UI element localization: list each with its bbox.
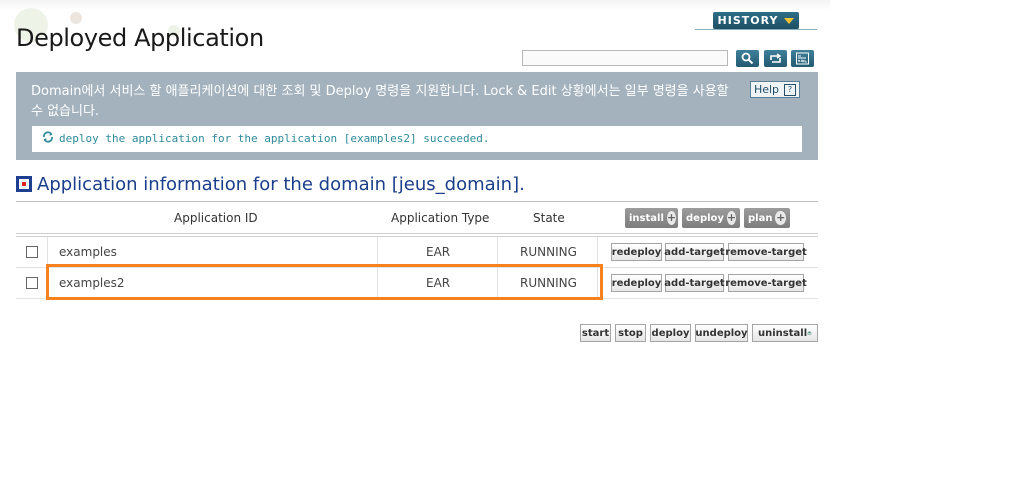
table-top-border	[16, 201, 818, 202]
sync-icon	[43, 131, 53, 143]
refresh-button[interactable]	[764, 50, 787, 67]
history-underline	[695, 29, 817, 30]
decor-dot	[70, 12, 82, 24]
row-checkbox[interactable]	[26, 277, 38, 289]
remove-target-button[interactable]: remove-target	[725, 243, 807, 261]
redeploy-button[interactable]: redeploy	[611, 274, 662, 292]
deploy-button[interactable]: deploy	[650, 324, 691, 342]
deploy-header-button[interactable]: deploy +	[682, 208, 740, 228]
status-message: deploy the application for the applicati…	[59, 132, 490, 145]
search-input[interactable]	[522, 50, 728, 66]
remove-target-button[interactable]: remove-target	[725, 274, 807, 292]
help-label: Help	[753, 83, 780, 96]
column-separator	[497, 237, 498, 267]
cell-app-id: examples	[59, 245, 117, 259]
install-label: install	[629, 212, 664, 224]
page-title: Deployed Application	[16, 24, 264, 52]
xml-button[interactable]	[791, 50, 814, 67]
plus-icon: +	[726, 211, 737, 225]
help-button[interactable]: Help ?	[750, 81, 800, 98]
add-target-button[interactable]: add-target	[664, 243, 725, 261]
undeploy-button[interactable]: undeploy	[695, 324, 748, 342]
section-title: Application information for the domain […	[37, 174, 525, 195]
xml-icon	[796, 52, 809, 65]
top-bar	[0, 0, 830, 10]
highlight-box	[46, 264, 603, 300]
plus-icon: +	[775, 211, 786, 225]
column-separator	[377, 237, 378, 267]
header-divider	[16, 233, 818, 234]
stack-icon	[807, 331, 812, 336]
stop-button[interactable]: stop	[615, 324, 646, 342]
column-separator	[47, 237, 48, 267]
start-button[interactable]: start	[580, 324, 611, 342]
uninstall-label: uninstall	[758, 327, 808, 339]
cell-state: RUNNING	[520, 245, 577, 259]
column-header-type: Application Type	[391, 211, 490, 225]
deploy-label: deploy	[686, 212, 724, 224]
refresh-icon	[770, 53, 782, 63]
column-header-id: Application ID	[174, 211, 258, 225]
row-checkbox[interactable]	[26, 246, 38, 258]
plan-button[interactable]: plan +	[744, 208, 790, 228]
history-label: HISTORY	[717, 14, 779, 27]
uninstall-button[interactable]: uninstall	[752, 324, 818, 342]
redeploy-button[interactable]: redeploy	[611, 243, 662, 261]
search-icon	[741, 52, 754, 65]
column-separator	[597, 237, 598, 267]
install-button[interactable]: install +	[625, 208, 678, 228]
search-button[interactable]	[736, 50, 759, 67]
history-button[interactable]: HISTORY	[713, 12, 799, 29]
plus-icon: +	[666, 211, 677, 225]
question-icon: ?	[784, 83, 797, 96]
chevron-down-icon	[784, 17, 795, 24]
plan-label: plan	[748, 212, 773, 224]
info-description: Domain에서 서비스 할 애플리케이션에 대한 조회 및 Deploy 명령…	[31, 84, 729, 119]
add-target-button[interactable]: add-target	[664, 274, 725, 292]
column-header-state: State	[533, 211, 565, 225]
section-bullet-icon	[16, 176, 32, 192]
cell-app-type: EAR	[426, 245, 451, 259]
